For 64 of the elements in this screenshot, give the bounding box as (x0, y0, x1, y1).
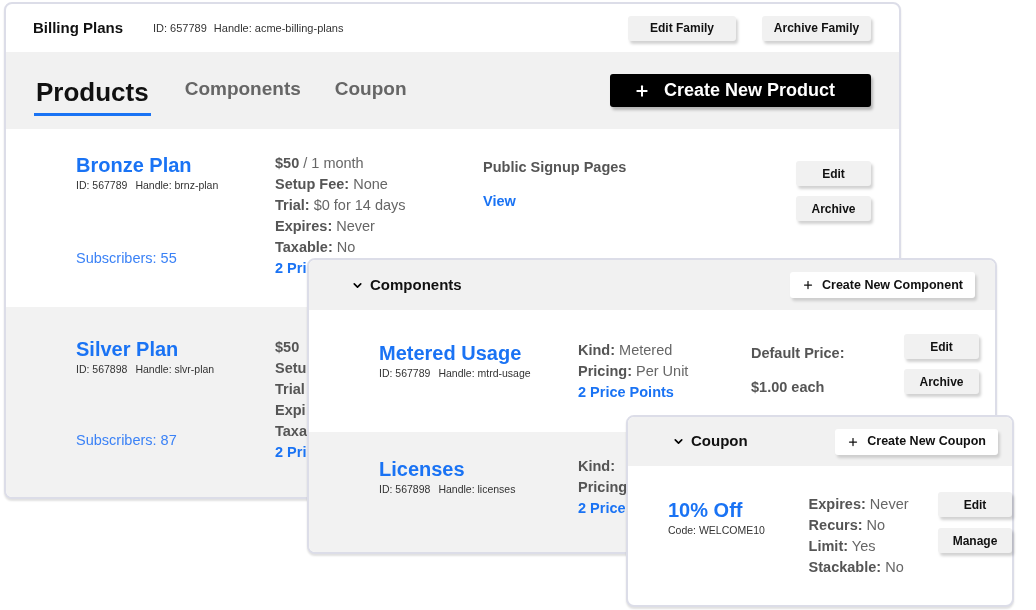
create-product-button[interactable]: Create New Product (610, 74, 871, 107)
detail-text: Pricing: Per Unit (578, 362, 689, 381)
detail-text: Expires: Never (275, 217, 375, 236)
tab[interactable]: Coupon (334, 75, 407, 104)
handle-text: Handle: brnz-plan (135, 178, 219, 193)
view-link[interactable]: View (483, 190, 627, 213)
product-name[interactable]: Silver Plan (76, 337, 275, 361)
product-name[interactable]: Bronze Plan (76, 153, 275, 177)
default-price-label: Default Price: (751, 344, 845, 363)
plus-icon (802, 279, 814, 291)
handle-text: Handle: mtrd-usage (438, 366, 531, 381)
detail-text: Expi (275, 401, 306, 420)
handle-text: Handle: slvr-plan (135, 362, 215, 377)
id-text: ID: 567789 (379, 366, 431, 381)
detail-text: Trial (275, 380, 305, 399)
plus-icon (634, 82, 650, 99)
detail-text: Expires: Never (808, 495, 909, 514)
detail-text: Setup Fee: None (275, 175, 388, 194)
action-button[interactable]: Edit (938, 492, 1012, 517)
detail-text: Kind: Metered (578, 341, 673, 360)
id-text: ID: 567898 (76, 362, 128, 377)
detail-text: $50 (275, 338, 300, 357)
subscribers-link[interactable]: Subscribers: 55 (76, 247, 275, 270)
subscribers-link[interactable]: Subscribers: 87 (76, 429, 275, 452)
create-button[interactable]: Create New Component (790, 272, 975, 298)
signup-pages-label: Public Signup Pages (483, 158, 627, 177)
action-button[interactable]: Archive (796, 196, 871, 221)
detail-text: Limit: Yes (808, 537, 876, 556)
component-name[interactable]: Metered Usage (379, 341, 578, 365)
tab[interactable]: Components (184, 75, 301, 104)
plus-icon (847, 435, 860, 448)
detail-text: $50 / 1 month (275, 154, 364, 173)
section-title: Coupon (691, 431, 748, 452)
detail-text: Taxa (275, 422, 307, 441)
action-button[interactable]: Edit (796, 161, 871, 186)
id-text: ID: 567898 (379, 482, 431, 497)
price-points-link[interactable]: 2 Pri (275, 258, 307, 279)
detail-text: Recurs: No (808, 516, 886, 535)
detail-text: Setu (275, 359, 307, 378)
id-text: ID: 657789 (153, 20, 207, 36)
coupon-code: Code: WELCOME10 (668, 523, 766, 538)
section-title: Components (370, 274, 462, 295)
component-name[interactable]: Licenses (379, 457, 578, 481)
coupon-name[interactable]: 10% Off (668, 498, 809, 522)
id-text: ID: 567789 (76, 178, 128, 193)
action-button[interactable]: Edit Family (628, 15, 736, 41)
detail-text: Trial: $0 for 14 days (275, 196, 406, 215)
tab[interactable]: Products (34, 73, 151, 116)
action-button[interactable]: Edit (904, 334, 979, 359)
handle-text: Handle: acme-billing-plans (213, 20, 344, 36)
action-button[interactable]: Archive (904, 369, 979, 394)
price-points-link[interactable]: 2 Pri (275, 442, 307, 463)
detail-text: Taxable: No (275, 238, 356, 257)
detail-text: Pricing (578, 478, 628, 497)
handle-text: Handle: licenses (438, 482, 516, 497)
detail-text: Stackable: No (808, 558, 904, 577)
create-button[interactable]: Create New Coupon (835, 428, 998, 455)
action-button[interactable]: Archive Family (762, 15, 871, 41)
action-button[interactable]: Manage (938, 528, 1012, 553)
price-points-link[interactable]: 2 Price Points (578, 382, 674, 403)
detail-text: Kind: (578, 457, 616, 476)
family-title: Billing Plans (33, 17, 124, 38)
default-price-value: $1.00 each (751, 377, 826, 397)
price-points-link[interactable]: 2 Price (578, 498, 626, 519)
